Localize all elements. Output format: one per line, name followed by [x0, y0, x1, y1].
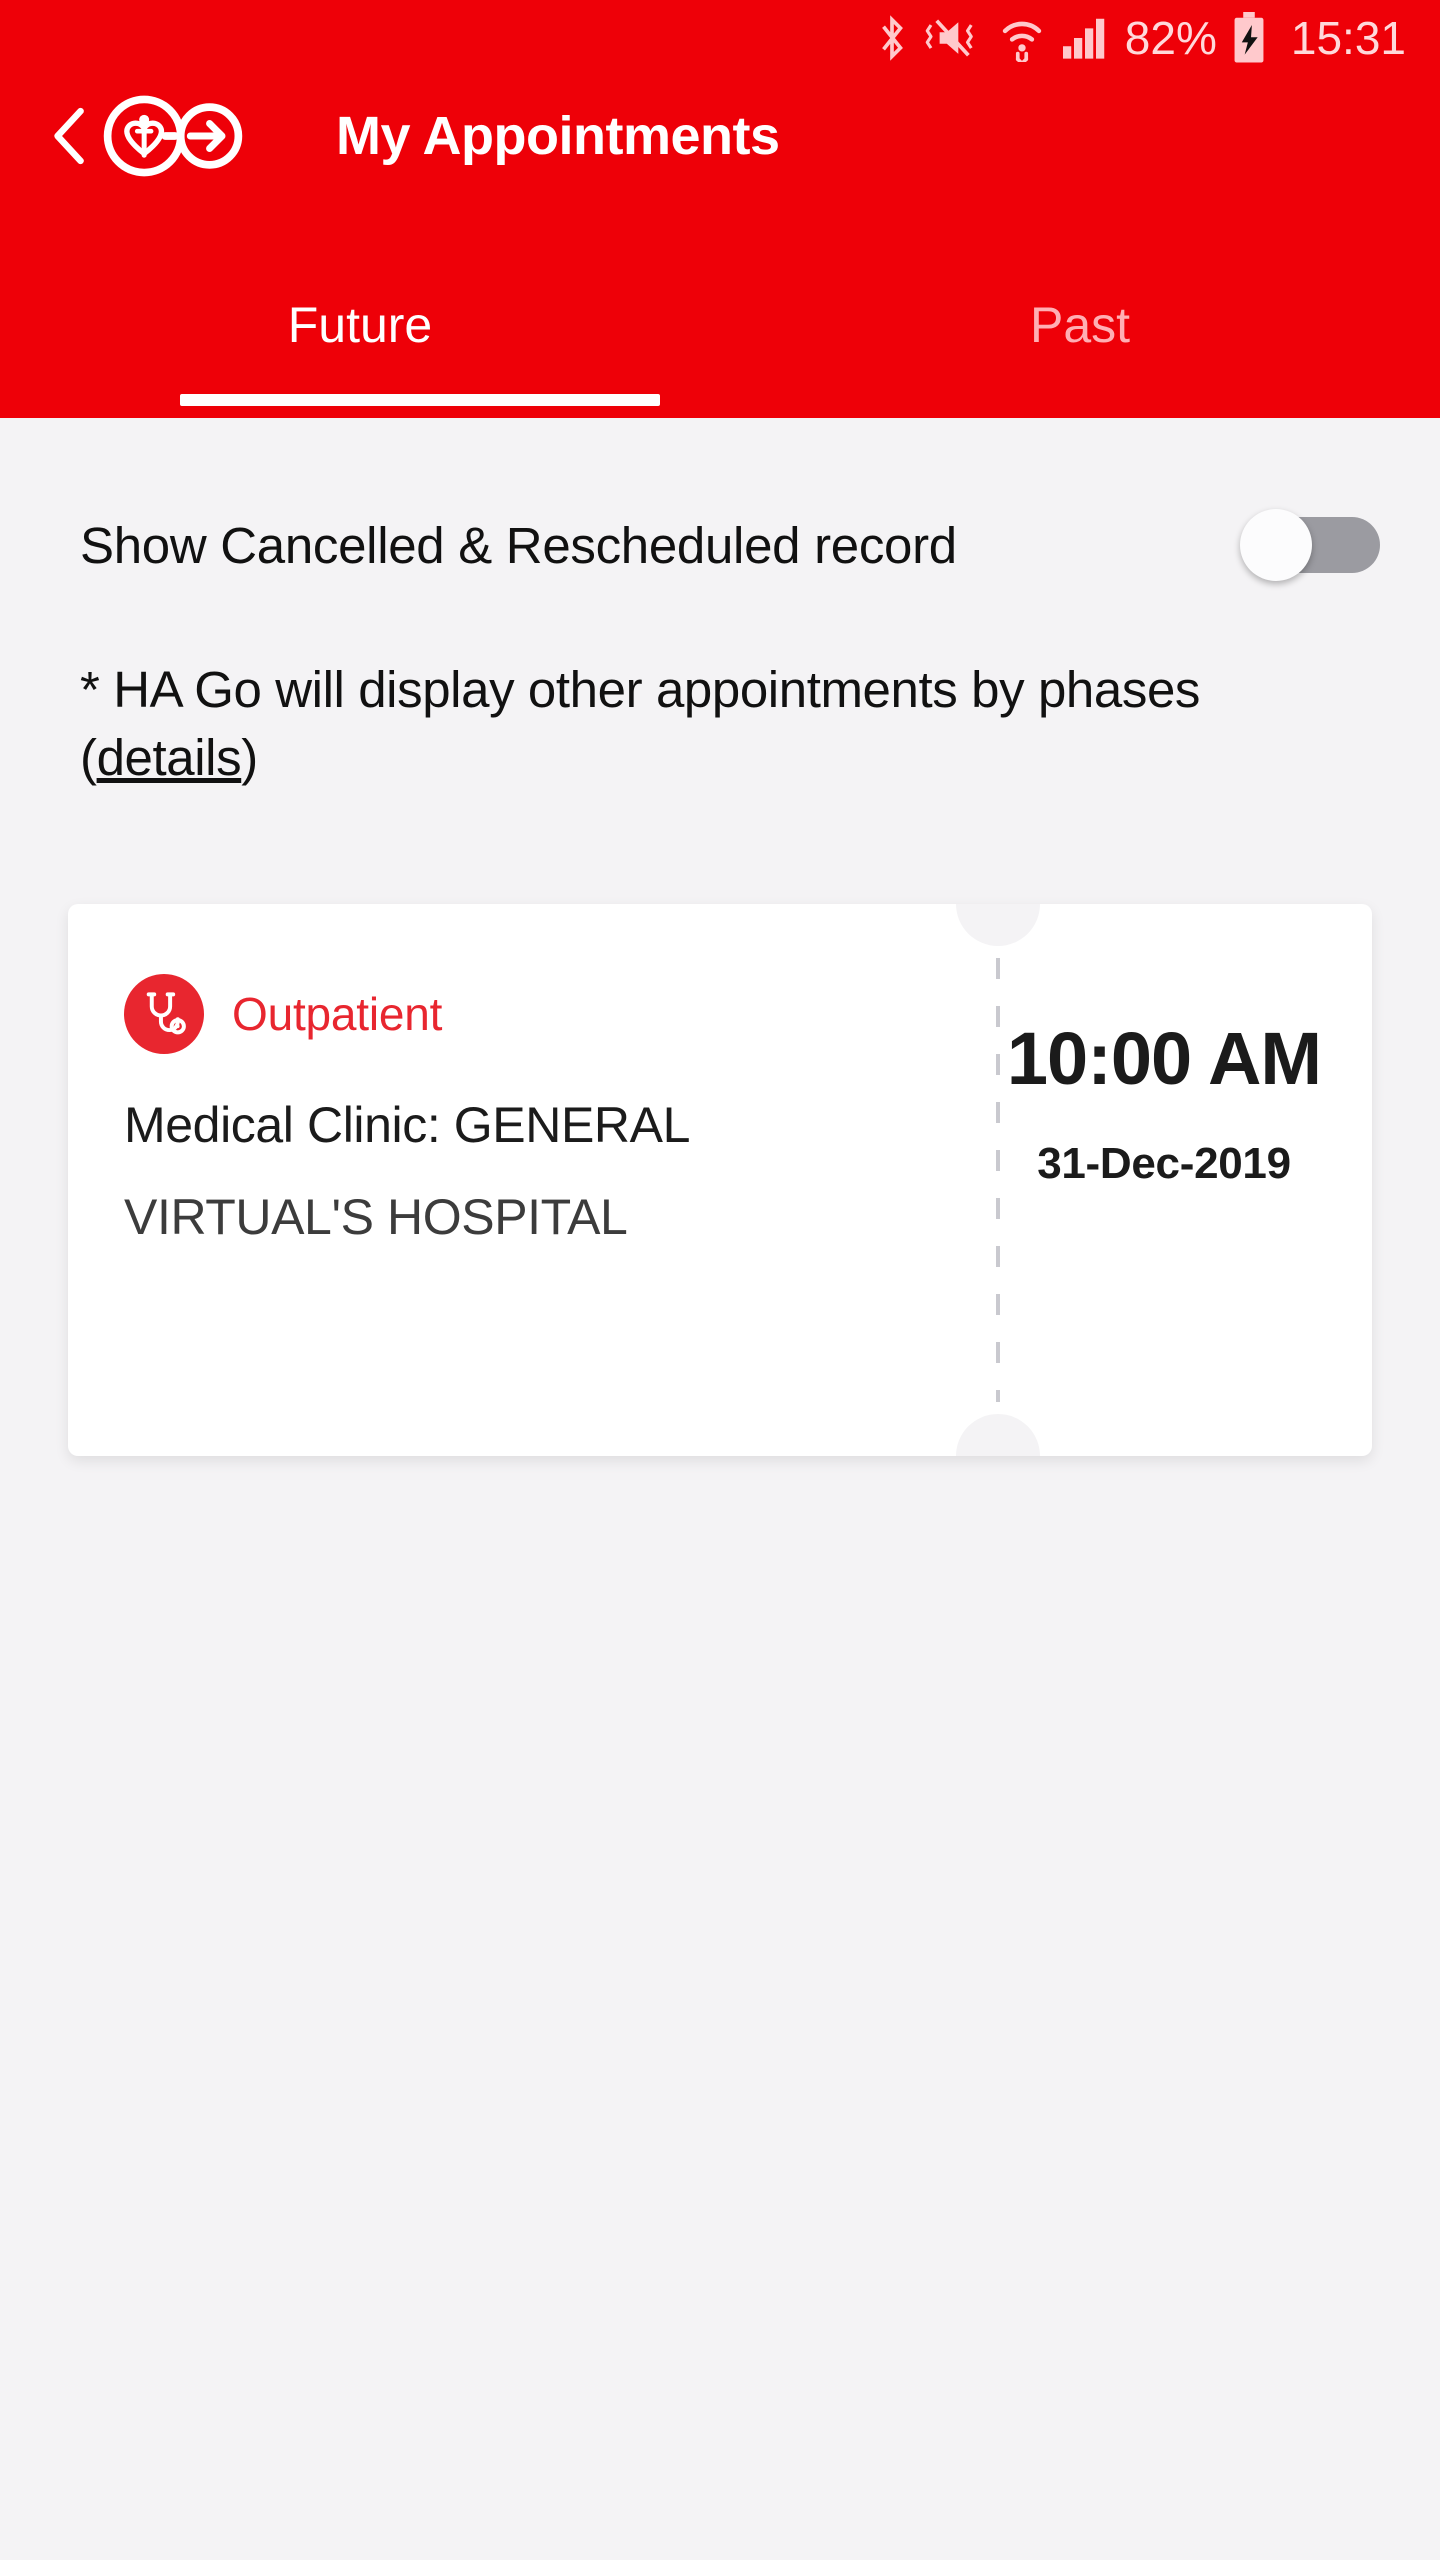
active-tab-indicator	[180, 394, 660, 406]
show-cancelled-label: Show Cancelled & Rescheduled record	[80, 516, 957, 574]
phases-notice: * HA Go will display other appointments …	[0, 656, 1440, 792]
toggle-thumb	[1240, 509, 1312, 581]
cellular-signal-icon	[1061, 16, 1109, 60]
stethoscope-icon	[124, 973, 204, 1054]
wifi-icon	[999, 14, 1045, 62]
app-bar: My Appointments	[0, 76, 1440, 272]
show-cancelled-row: Show Cancelled & Rescheduled record	[0, 470, 1440, 620]
tab-future-label: Future	[287, 297, 433, 353]
ha-go-logo[interactable]	[98, 93, 248, 179]
status-clock: 15:31	[1290, 12, 1406, 64]
appointment-clinic: Medical Clinic: GENERAL	[124, 1096, 690, 1153]
appointment-card[interactable]: Outpatient Medical Clinic: GENERAL VIRTU…	[68, 903, 1372, 1456]
battery-charging-icon	[1229, 12, 1269, 64]
content-area: Show Cancelled & Rescheduled record * HA…	[0, 470, 1440, 2560]
notice-suffix: )	[241, 728, 258, 786]
tab-past-label: Past	[1029, 297, 1131, 353]
status-bar: 82% 15:31	[0, 0, 1440, 76]
appointment-datetime: 10:00 AM 31-Dec-2019	[956, 904, 1372, 1456]
back-chevron-icon[interactable]	[48, 105, 94, 167]
appointment-list: Outpatient Medical Clinic: GENERAL VIRTU…	[0, 903, 1440, 1456]
details-link[interactable]: details	[97, 729, 242, 786]
bluetooth-icon	[875, 14, 909, 62]
page-title: My Appointments	[336, 106, 780, 166]
appointment-hospital: VIRTUAL'S HOSPITAL	[124, 1188, 628, 1245]
show-cancelled-toggle[interactable]	[1240, 509, 1380, 581]
mute-vibrate-icon	[925, 15, 983, 61]
appointment-type-label: Outpatient	[232, 987, 443, 1040]
battery-percent-label: 82%	[1124, 12, 1217, 64]
appointment-time: 10:00 AM	[1006, 1016, 1322, 1100]
tab-past[interactable]: Past	[720, 272, 1440, 418]
appointment-date: 31-Dec-2019	[1037, 1138, 1291, 1188]
ticket-perforation	[996, 957, 1000, 1402]
appointment-type-row: Outpatient	[124, 973, 956, 1054]
appointment-details: Outpatient Medical Clinic: GENERAL VIRTU…	[68, 904, 956, 1456]
tab-bar: Future Past	[0, 272, 1440, 418]
